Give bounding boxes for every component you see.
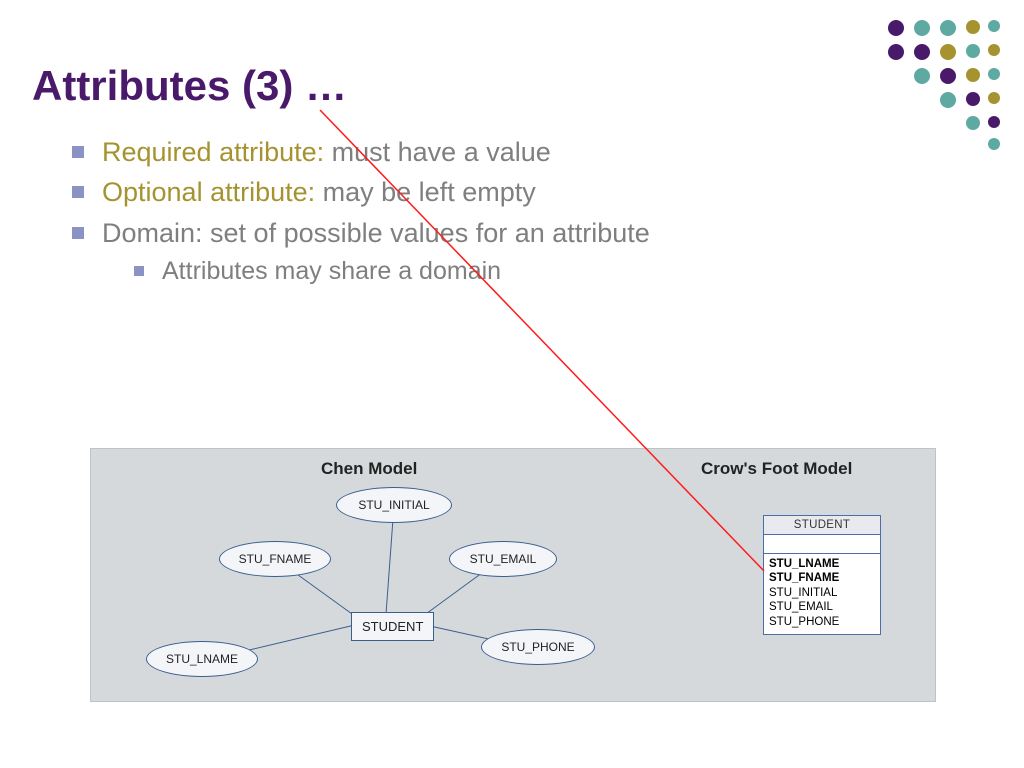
chen-attr-fname: STU_FNAME [219,541,331,577]
bullet-icon [72,227,84,239]
bullet-text: may be left empty [315,177,536,207]
crow-table: STUDENT STU_LNAME STU_FNAME STU_INITIAL … [763,515,881,635]
bullet-icon [134,266,144,276]
bullet-label: Required attribute: [102,137,324,167]
bullet-optional: Optional attribute: may be left empty [72,174,650,210]
bullet-label: Optional attribute: [102,177,315,207]
bullet-text: Domain: set of possible values for an at… [102,218,650,248]
crow-row-fname: STU_FNAME [769,571,875,585]
bullet-domain: Domain: set of possible values for an at… [72,215,650,289]
bullet-text: Attributes may share a domain [162,257,501,285]
chen-attr-initial: STU_INITIAL [336,487,452,523]
crow-row-phone: STU_PHONE [769,615,875,629]
chen-attr-phone: STU_PHONE [481,629,595,665]
crow-header: STUDENT [764,516,880,535]
bullet-list: Required attribute: must have a value Op… [72,130,650,293]
slide-title: Attributes (3) … [32,62,347,110]
sub-bullet-share-domain: Attributes may share a domain [134,255,650,289]
chen-diagram: STUDENT STU_LNAME STU_FNAME STU_INITIAL … [91,449,601,701]
crow-pk-gap [764,535,880,554]
crow-model-title: Crow's Foot Model [701,459,852,479]
crow-body: STU_LNAME STU_FNAME STU_INITIAL STU_EMAI… [764,554,880,634]
chen-attr-email: STU_EMAIL [449,541,557,577]
crow-row-email: STU_EMAIL [769,600,875,614]
crow-row-initial: STU_INITIAL [769,586,875,600]
diagram-panel: Chen Model Crow's Foot Model STUDENT STU… [90,448,936,702]
decor-dots [888,20,1018,160]
bullet-icon [72,186,84,198]
bullet-text: must have a value [324,137,551,167]
chen-attr-lname: STU_LNAME [146,641,258,677]
crow-row-lname: STU_LNAME [769,557,875,571]
chen-entity: STUDENT [351,612,434,641]
bullet-required: Required attribute: must have a value [72,134,650,170]
bullet-icon [72,146,84,158]
